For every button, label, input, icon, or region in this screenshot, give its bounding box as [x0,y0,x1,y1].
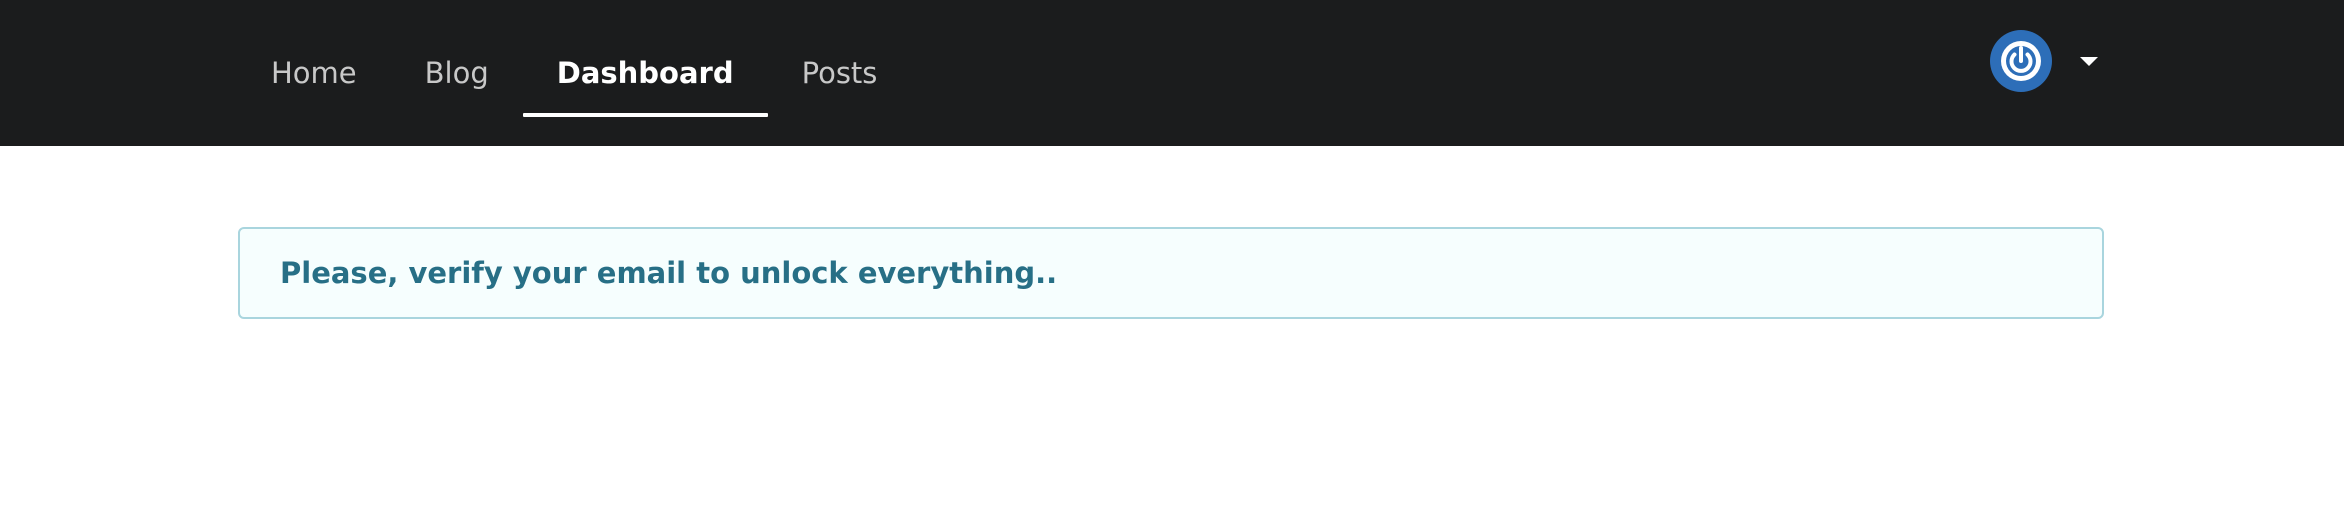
avatar[interactable] [1990,30,2052,92]
nav-item-home[interactable]: Home [237,0,391,146]
top-navbar: Home Blog Dashboard Posts [0,0,2344,146]
user-menu-dropdown[interactable] [1990,30,2098,92]
nav-item-dashboard[interactable]: Dashboard [522,0,768,146]
caret-down-icon[interactable] [2080,56,2098,66]
nav-item-posts[interactable]: Posts [768,0,912,146]
verify-email-message: Please, verify your email to unlock ever… [238,227,2104,319]
main-menu: Home Blog Dashboard Posts [237,0,911,146]
power-icon [2001,41,2041,81]
message-text: Please, verify your email to unlock ever… [280,256,1058,290]
nav-item-blog[interactable]: Blog [391,0,523,146]
